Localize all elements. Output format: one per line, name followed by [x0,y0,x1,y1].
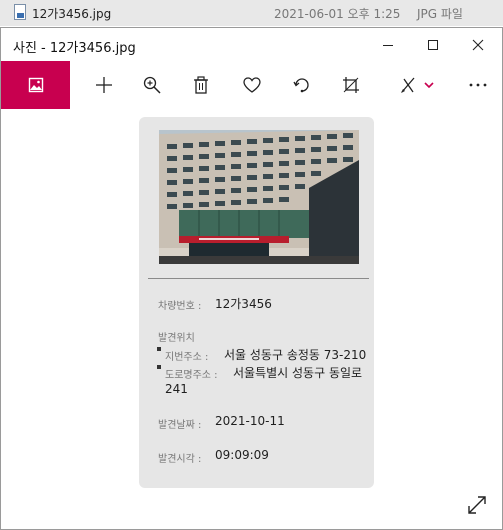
explorer-file-date: 2021-06-01 오후 1:25 [274,7,401,21]
minimize-icon [382,44,393,46]
delete-button[interactable] [181,61,221,109]
location-header: 발견위치 [158,333,195,344]
maximize-button[interactable] [410,28,455,61]
card-divider [148,278,369,279]
crop-icon [343,77,359,93]
more-icon [469,83,487,87]
date-value: 2021-10-11 [215,414,285,428]
maximize-icon [427,39,438,50]
building-photo [159,130,359,264]
delete-icon [194,76,208,94]
time-value: 09:09:09 [215,448,269,462]
crop-button[interactable] [331,61,371,109]
zoom-in-button[interactable] [132,61,172,109]
bullet-icon [157,365,161,369]
collection-button[interactable] [1,61,70,109]
plate-value: 12가3456 [215,297,272,311]
edit-draw-button[interactable] [393,61,441,109]
chevron-down-icon [424,82,434,89]
plate-label: 차량번호 : [158,301,202,312]
full-screen-button[interactable] [466,494,488,516]
explorer-file-name: 12가3456.jpg [32,7,112,21]
add-icon [96,77,112,93]
rotate-icon [293,78,309,93]
close-icon [472,39,483,50]
jpg-file-icon [14,4,26,20]
road-address-value-line2: 241 [165,382,188,396]
favorite-button[interactable] [232,61,272,109]
bullet-icon [157,347,161,351]
lot-address-value: 서울 성동구 송정동 73-210 [224,348,367,362]
zoom-in-icon [143,76,161,94]
date-label: 발견날짜 : [158,420,202,431]
add-button[interactable] [84,61,124,109]
road-address-value: 서울특별시 성동구 동일로 [233,366,363,380]
title-bar[interactable]: 사진 - 12가3456.jpg [1,28,502,61]
edit-draw-icon [401,77,415,93]
road-address-label: 도로명주소 : [165,370,218,381]
home-image-icon [28,77,43,93]
lot-address-label: 지번주소 : [165,352,209,363]
explorer-file-type: JPG 파일 [417,7,463,21]
rotate-button[interactable] [282,61,322,109]
more-button[interactable] [458,61,498,109]
close-button[interactable] [455,28,500,61]
photo-toolbar [1,61,502,109]
vehicle-info-card: 차량번호 : 12가3456 발견위치 지번주소 : 서울 성동구 송정동 73… [139,117,374,488]
favorite-heart-icon [243,77,261,93]
explorer-file-row[interactable]: 12가3456.jpg 2021-06-01 오후 1:25 JPG 파일 [0,0,503,26]
expand-icon [468,496,486,514]
photos-window: 사진 - 12가3456.jpg 차량번호: 12가3456 발견위치 지번주… [0,27,503,530]
time-label: 발견시각 : [158,454,202,465]
minimize-button[interactable] [365,28,410,61]
window-title: 사진 - 12가3456.jpg [13,41,136,56]
